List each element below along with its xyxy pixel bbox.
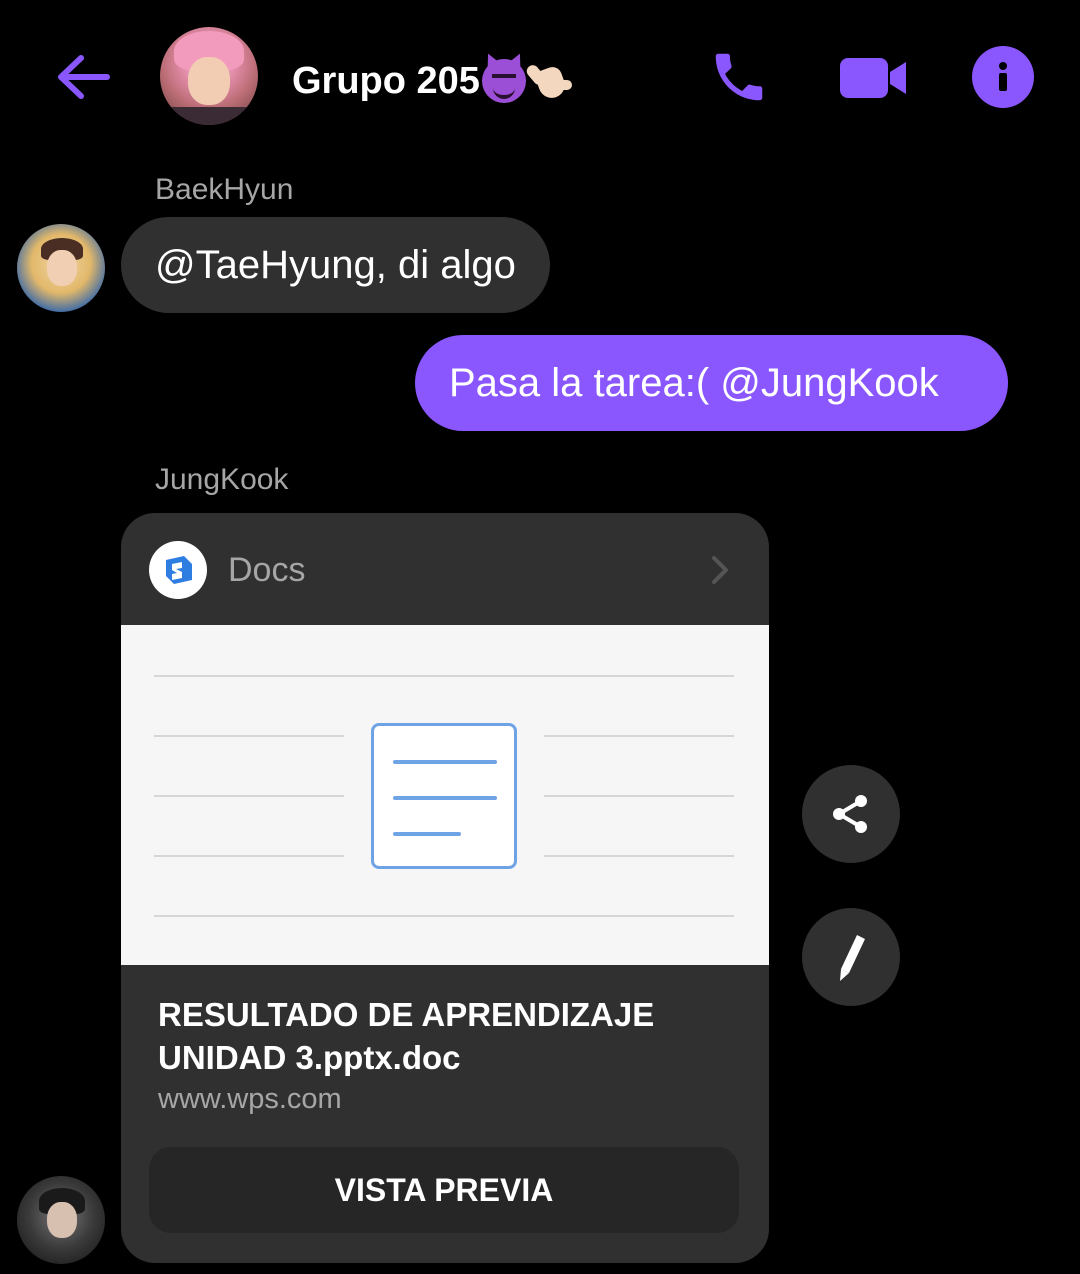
document-preview[interactable] <box>121 625 769 965</box>
attachment-app-name: Docs <box>228 551 306 589</box>
share-button[interactable] <box>802 765 900 863</box>
edit-button[interactable] <box>802 908 900 1006</box>
docs-logo-icon <box>149 541 207 599</box>
share-icon <box>833 795 867 833</box>
video-camera-icon <box>840 58 906 98</box>
attachment-domain: www.wps.com <box>158 1083 342 1115</box>
avatar[interactable] <box>17 1176 105 1264</box>
back-button[interactable] <box>50 44 116 110</box>
arrow-left-icon <box>58 55 110 99</box>
document-attachment-card[interactable]: Docs RESULTADO DE APRENDIZAJE UNIDAD 3.p… <box>121 513 769 1263</box>
message-bubble-incoming[interactable]: @TaeHyung, di algo <box>121 217 550 313</box>
group-avatar[interactable] <box>160 27 258 125</box>
call-me-hand-emoji-icon <box>524 58 572 104</box>
chat-title-text: Grupo 205 <box>292 59 480 102</box>
chat-title[interactable]: Grupo 205 <box>292 54 572 108</box>
preview-button[interactable]: VISTA PREVIA <box>149 1147 739 1233</box>
message-text: @TaeHyung, di algo <box>155 242 516 287</box>
pencil-icon <box>840 935 865 981</box>
chevron-right-icon[interactable] <box>705 553 735 587</box>
document-icon <box>371 723 517 869</box>
smiling-devil-emoji-icon <box>481 59 526 103</box>
message-bubble-outgoing[interactable]: Pasa la tarea:( @JungKook <box>415 335 1008 431</box>
message-text: Pasa la tarea:( @JungKook <box>449 360 939 405</box>
info-button[interactable] <box>972 46 1034 108</box>
attachment-title-line1: RESULTADO DE APRENDIZAJE <box>158 996 655 1033</box>
sender-name: BaekHyun <box>155 173 294 206</box>
voice-call-button[interactable] <box>704 44 774 110</box>
sender-name: JungKook <box>155 463 289 496</box>
phone-icon <box>715 53 763 101</box>
attachment-header[interactable]: Docs <box>121 513 769 625</box>
attachment-title-line2: UNIDAD 3.pptx.doc <box>158 1039 461 1076</box>
info-icon <box>999 62 1007 91</box>
video-call-button[interactable] <box>836 48 910 108</box>
attachment-title: RESULTADO DE APRENDIZAJE UNIDAD 3.pptx.d… <box>158 993 738 1079</box>
avatar[interactable] <box>17 224 105 312</box>
